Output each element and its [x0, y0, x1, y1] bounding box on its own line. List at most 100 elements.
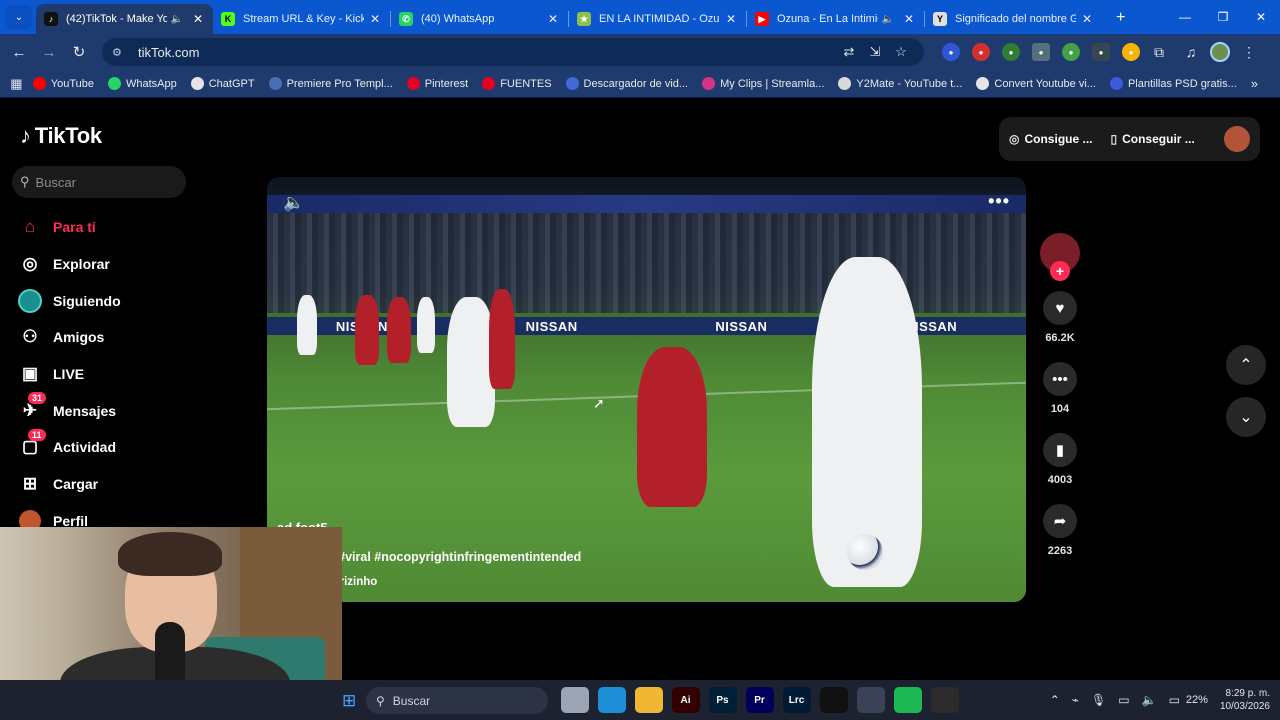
chevron-up-icon[interactable]: ⌃ — [1226, 345, 1266, 385]
apps-grid-icon[interactable]: ▦ — [0, 76, 33, 92]
back-button[interactable]: ← — [4, 44, 34, 61]
clock[interactable]: 8:29 p. m. 10/03/2026 — [1220, 687, 1270, 713]
illustrator-icon[interactable]: Ai — [671, 687, 700, 713]
new-tab-button[interactable]: + — [1116, 9, 1125, 27]
browser-tab[interactable]: K Stream URL & Key - Kick D ✕ — [213, 4, 390, 34]
video-player[interactable]: NISSANNISSANNISSANNISSAN 🔈 ••• ➚ ad.foot… — [267, 177, 1026, 602]
media-control-icon[interactable]: ♫ — [1178, 44, 1204, 60]
tiktok-logo[interactable]: ♪ TikTok — [20, 123, 102, 149]
bookmark-item[interactable]: My Clips | Streamla... — [702, 77, 824, 90]
edge-icon[interactable] — [597, 687, 626, 713]
extension-icon[interactable]: ● — [1032, 43, 1050, 61]
bookmark-item[interactable]: YouTube — [32, 77, 94, 90]
bookmark-icon[interactable]: ▮ — [1043, 433, 1077, 467]
restore-button[interactable]: ❐ — [1204, 0, 1242, 34]
lightroom-icon[interactable]: Lrc — [782, 687, 811, 713]
sidebar-item-mensajes[interactable]: ✈ 31 Mensajes — [18, 392, 218, 429]
close-tab-icon[interactable]: ✕ — [1080, 12, 1094, 26]
obs-icon[interactable] — [930, 687, 959, 713]
address-bar[interactable]: ⚙ tikTok.com ⇄ ⇲ ☆ — [102, 38, 924, 66]
tab-search-button[interactable]: ⌄ — [6, 5, 32, 29]
bookmark-item[interactable]: WhatsApp — [107, 77, 177, 90]
network-icon[interactable]: ⌁ — [1072, 693, 1079, 707]
close-tab-icon[interactable]: ✕ — [724, 12, 738, 26]
tiktok-search[interactable]: ⚲ — [12, 166, 186, 198]
chrome-menu-icon[interactable]: ⋮ — [1236, 44, 1262, 61]
save-action[interactable]: ▮ 4003 — [1038, 433, 1082, 486]
extension-icon[interactable]: ● — [942, 43, 960, 61]
extension-icon[interactable]: ● — [1122, 43, 1140, 61]
bookmark-item[interactable]: Convert Youtube vi... — [976, 77, 1096, 90]
extension-icon[interactable]: ● — [1092, 43, 1110, 61]
more-options-icon[interactable]: ••• — [988, 191, 1010, 212]
close-window-button[interactable]: ✕ — [1242, 0, 1280, 34]
comment-action[interactable]: ••• 104 — [1038, 362, 1082, 415]
sidebar-item-live[interactable]: ▣ LIVE — [18, 356, 218, 393]
extension-icon[interactable]: ● — [1002, 43, 1020, 61]
site-info-icon[interactable]: ⚙ — [112, 46, 128, 59]
sidebar-item-para-ti[interactable]: ⌂ Para ti — [18, 209, 218, 246]
tray-overflow-icon[interactable]: ⌃ — [1050, 693, 1060, 707]
tab-audio-icon[interactable]: 🔈 — [882, 14, 894, 25]
bookmark-star-icon[interactable]: ☆ — [888, 44, 914, 60]
get-app-button[interactable]: ▯ Conseguir ... — [1111, 132, 1195, 146]
extension-icon[interactable]: ● — [972, 43, 990, 61]
bookmark-item[interactable]: Premiere Pro Templ... — [268, 77, 393, 90]
photoshop-icon[interactable]: Ps — [708, 687, 737, 713]
sidebar-item-amigos[interactable]: ⚇ Amigos — [18, 319, 218, 356]
forward-button[interactable]: → — [34, 44, 64, 61]
browser-tab[interactable]: ✆ (40) WhatsApp ✕ — [391, 4, 568, 34]
close-tab-icon[interactable]: ✕ — [368, 12, 382, 26]
display-icon[interactable]: ▭ — [1118, 693, 1129, 707]
close-tab-icon[interactable]: ✕ — [546, 12, 560, 26]
bookmark-item[interactable]: ChatGPT — [190, 77, 255, 90]
reload-button[interactable]: ↻ — [64, 43, 94, 61]
bookmark-item[interactable]: Descargador de vid... — [565, 77, 688, 90]
microphone-icon[interactable]: 🎙 — [1091, 693, 1106, 707]
follow-plus-icon[interactable]: + — [1050, 261, 1070, 281]
share-icon[interactable]: ➦ — [1043, 504, 1077, 538]
bookmark-item[interactable]: Y2Mate - YouTube t... — [838, 77, 962, 90]
capcut-icon[interactable] — [819, 687, 848, 713]
translate-icon[interactable]: ⇄ — [836, 44, 862, 60]
header-avatar[interactable] — [1224, 126, 1250, 152]
battery-icon[interactable]: ▭ — [1169, 693, 1180, 707]
folder-icon[interactable] — [634, 687, 663, 713]
taskbar-search[interactable]: ⚲ Buscar — [366, 687, 548, 714]
address-url[interactable]: tikTok.com — [138, 45, 836, 60]
profile-avatar[interactable] — [1210, 42, 1230, 62]
browser-tab[interactable]: Y Significado del nombre Gi ✕ — [925, 4, 1102, 34]
spotify-icon[interactable] — [893, 687, 922, 713]
browser-tab[interactable]: ▶ Ozuna - En La Intimidad (V 🔈 ✕ — [747, 4, 924, 34]
chrome-icon[interactable] — [856, 687, 885, 713]
install-app-icon[interactable]: ⇲ — [862, 44, 888, 60]
chevron-down-icon[interactable]: ⌄ — [1226, 397, 1266, 437]
share-action[interactable]: ➦ 2263 — [1038, 504, 1082, 557]
bookmarks-overflow-icon[interactable]: » — [1251, 76, 1258, 91]
like-action[interactable]: ♥ 66.2K — [1038, 291, 1082, 344]
bookmark-item[interactable]: Pinterest — [406, 77, 468, 90]
tab-audio-icon[interactable]: 🔈 — [171, 14, 183, 25]
sidebar-item-explorar[interactable]: ◎ Explorar — [18, 246, 218, 283]
volume-icon[interactable]: 🔈 — [283, 193, 304, 213]
extension-icon[interactable]: ● — [1062, 43, 1080, 61]
bookmark-item[interactable]: FUENTES — [482, 77, 552, 90]
extensions-puzzle-icon[interactable]: ⧉ — [1146, 44, 1172, 61]
heart-icon[interactable]: ♥ — [1043, 291, 1077, 325]
premiere-icon[interactable]: Pr — [745, 687, 774, 713]
minimize-button[interactable]: — — [1166, 0, 1204, 34]
sidebar-item-cargar[interactable]: ⊞ Cargar — [18, 466, 218, 503]
windows-start-icon[interactable]: ⊞ — [342, 691, 356, 710]
get-coins-button[interactable]: ◎ Consigue ... — [1009, 132, 1093, 146]
bookmark-item[interactable]: Plantillas PSD gratis... — [1109, 77, 1237, 90]
close-tab-icon[interactable]: ✕ — [902, 12, 916, 26]
explorer-icon[interactable] — [560, 687, 589, 713]
comment-icon[interactable]: ••• — [1043, 362, 1077, 396]
speaker-icon[interactable]: 🔈 — [1142, 693, 1157, 707]
creator-avatar[interactable]: + — [1040, 233, 1080, 281]
browser-tab[interactable]: ♪ (42)TikTok - Make Your 🔈 ✕ — [36, 4, 213, 34]
close-tab-icon[interactable]: ✕ — [191, 12, 205, 26]
sidebar-item-actividad[interactable]: ▢ 11 Actividad — [18, 429, 218, 466]
browser-tab[interactable]: ★ EN LA INTIMIDAD - Ozuna ✕ — [569, 4, 746, 34]
search-input[interactable] — [35, 174, 166, 190]
